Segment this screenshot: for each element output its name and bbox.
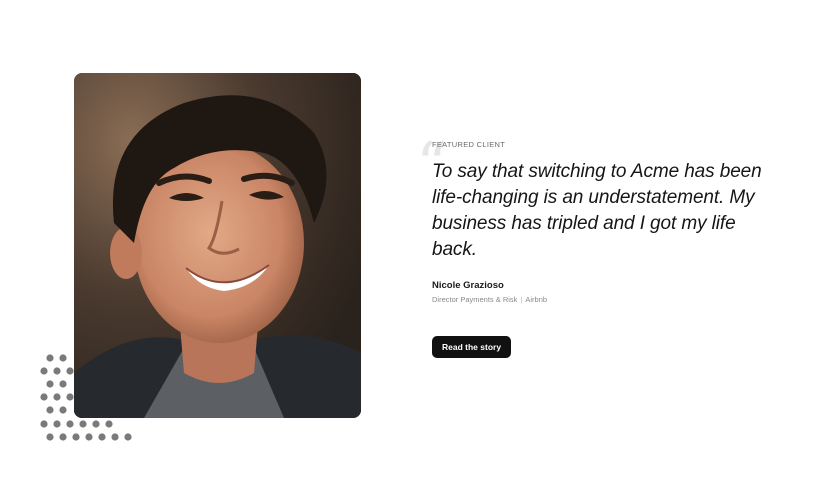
author-role: Director Payments & Risk | Airbnb <box>432 295 782 304</box>
testimonial-section: “ FEATURED CLIENT To say that switching … <box>0 0 828 492</box>
author-company: Airbnb <box>525 295 548 304</box>
author-title: Director Payments & Risk <box>432 295 518 304</box>
author-separator: | <box>520 295 523 304</box>
read-story-button[interactable]: Read the story <box>432 336 512 358</box>
featured-client-label: FEATURED CLIENT <box>432 140 506 149</box>
author-name: Nicole Grazioso <box>432 280 504 291</box>
client-portrait <box>74 73 361 418</box>
testimonial-content: “ FEATURED CLIENT To say that switching … <box>416 134 782 358</box>
testimonial-quote: To say that switching to Acme has been l… <box>432 161 762 260</box>
